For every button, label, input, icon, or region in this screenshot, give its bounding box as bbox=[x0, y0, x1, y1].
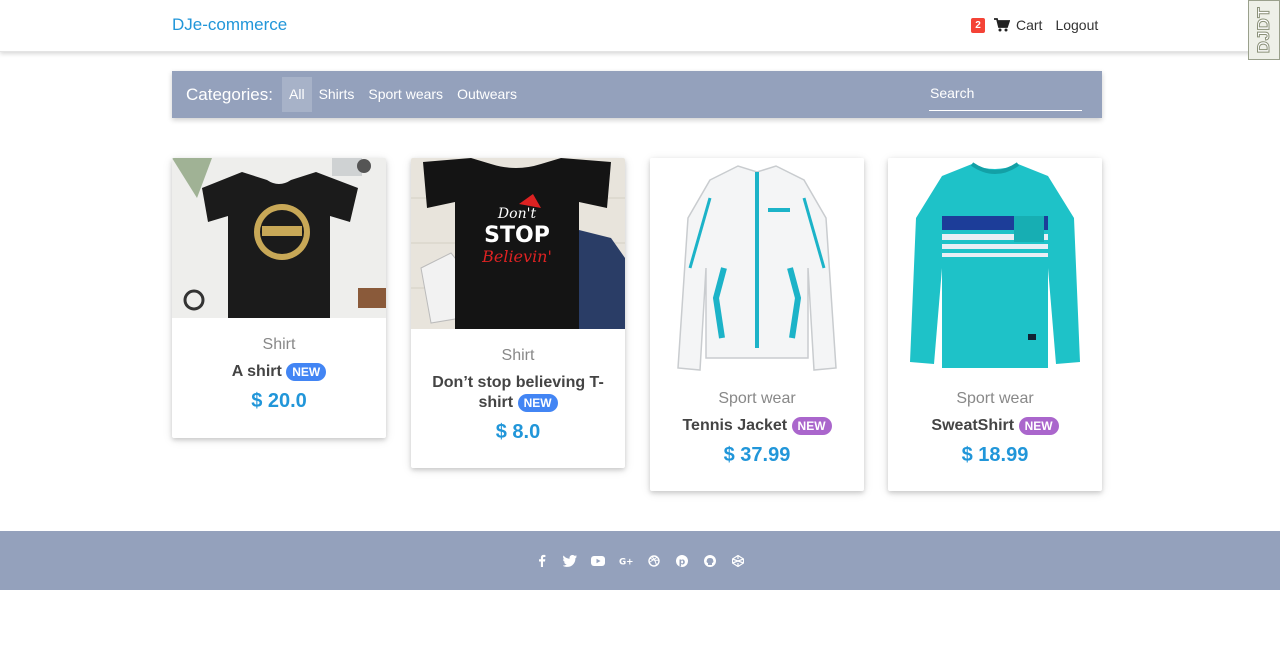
product-card[interactable]: Sport wear SweatShirt NEW $ 18.99 bbox=[888, 158, 1102, 491]
product-image[interactable] bbox=[172, 158, 386, 318]
svg-text:Don't: Don't bbox=[497, 206, 537, 222]
product-name-text: A shirt bbox=[231, 363, 282, 380]
nav-right: 2 Cart Logout bbox=[971, 16, 1098, 33]
product-name[interactable]: Don’t stop believing T-shirt NEW bbox=[411, 373, 625, 413]
product-name-text: SweatShirt bbox=[931, 417, 1015, 434]
youtube-icon[interactable] bbox=[591, 554, 605, 568]
facebook-icon[interactable] bbox=[535, 554, 549, 568]
product-price: $ 20.0 bbox=[251, 390, 307, 412]
product-price: $ 18.99 bbox=[961, 444, 1029, 466]
logout-link[interactable]: Logout bbox=[1055, 17, 1098, 33]
pinterest-icon[interactable]: p bbox=[675, 554, 689, 568]
product-image[interactable]: Don't STOP Believin' bbox=[411, 158, 625, 329]
product-image[interactable] bbox=[888, 158, 1102, 372]
codepen-icon[interactable] bbox=[731, 554, 745, 568]
product-card[interactable]: Sport wear Tennis Jacket NEW $ 37.99 bbox=[650, 158, 864, 491]
product-card[interactable]: Shirt A shirt NEW $ 20.0 bbox=[172, 158, 386, 438]
category-list: All Shirts Sport wears Outwears bbox=[282, 77, 524, 112]
brand-link[interactable]: DJe-commerce bbox=[172, 15, 287, 35]
product-name[interactable]: SweatShirt NEW bbox=[888, 416, 1102, 436]
google-plus-icon[interactable]: G+ bbox=[619, 554, 633, 568]
new-badge: NEW bbox=[517, 393, 558, 412]
product-category: Sport wear bbox=[956, 390, 1034, 407]
social-links: G+ p bbox=[0, 531, 1280, 590]
dribbble-icon[interactable] bbox=[647, 554, 661, 568]
category-outwears[interactable]: Outwears bbox=[450, 77, 524, 112]
cart-label: Cart bbox=[1016, 16, 1043, 33]
cart-count-badge: 2 bbox=[971, 18, 985, 33]
debug-toolbar-handle[interactable]: DJDT bbox=[1248, 0, 1280, 60]
cart-link[interactable]: Cart bbox=[994, 17, 1042, 33]
new-badge: NEW bbox=[1018, 416, 1059, 435]
product-price: $ 8.0 bbox=[495, 421, 541, 443]
footer: G+ p bbox=[0, 531, 1280, 590]
categories-title: Categories: bbox=[186, 85, 273, 104]
product-category: Sport wear bbox=[718, 390, 796, 407]
shopping-cart-icon bbox=[994, 17, 1010, 31]
svg-text:Believin': Believin' bbox=[481, 247, 552, 266]
debug-toolbar-label: DJDT bbox=[1254, 6, 1274, 54]
product-card[interactable]: Don't STOP Believin' Shirt Don’t stop be… bbox=[411, 158, 625, 468]
product-category: Shirt bbox=[501, 347, 535, 364]
new-badge: NEW bbox=[286, 362, 327, 381]
category-all[interactable]: All bbox=[282, 77, 312, 112]
svg-text:p: p bbox=[679, 557, 686, 567]
svg-text:G+: G+ bbox=[619, 557, 633, 566]
new-badge: NEW bbox=[791, 416, 832, 435]
category-sport-wears[interactable]: Sport wears bbox=[361, 77, 450, 112]
product-price: $ 37.99 bbox=[723, 444, 791, 466]
github-icon[interactable] bbox=[703, 554, 717, 568]
twitter-icon[interactable] bbox=[563, 554, 577, 568]
svg-text:STOP: STOP bbox=[484, 223, 550, 248]
top-navbar: DJe-commerce 2 Cart Logout bbox=[0, 0, 1280, 52]
product-category: Shirt bbox=[262, 336, 296, 353]
product-name[interactable]: Tennis Jacket NEW bbox=[650, 416, 864, 436]
product-name[interactable]: A shirt NEW bbox=[172, 362, 386, 382]
search-input[interactable]: Search bbox=[929, 81, 1082, 111]
product-name-text: Tennis Jacket bbox=[682, 417, 788, 434]
category-shirts[interactable]: Shirts bbox=[312, 77, 362, 112]
product-image[interactable] bbox=[650, 158, 864, 372]
category-bar: Categories: All Shirts Sport wears Outwe… bbox=[172, 71, 1102, 118]
